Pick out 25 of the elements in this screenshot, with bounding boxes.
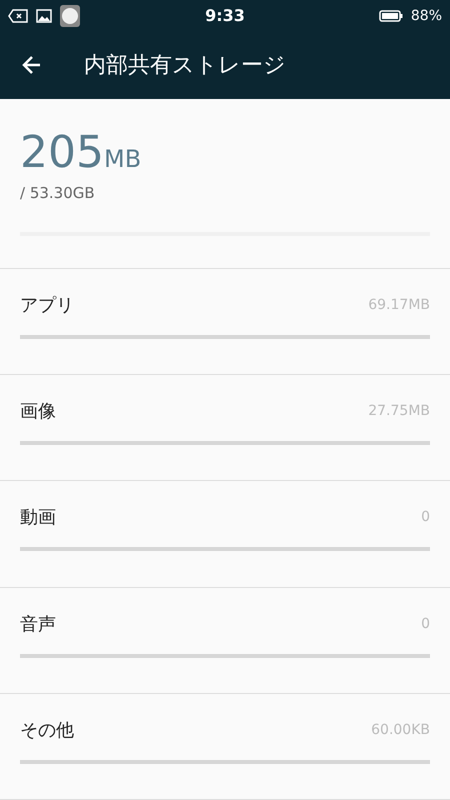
storage-category-row[interactable]: 動画 0 <box>0 481 450 588</box>
used-amount: 205 <box>20 127 104 178</box>
category-label: 画像 <box>20 400 56 424</box>
category-size: 69.17MB <box>368 297 430 314</box>
clock: 9:33 <box>205 6 245 26</box>
storage-category-row[interactable]: アプリ 69.17MB <box>0 269 450 376</box>
storage-category-row[interactable]: 画像 27.75MB <box>0 375 450 482</box>
storage-category-row[interactable]: その他 60.00KB <box>0 694 450 800</box>
image-icon <box>36 8 52 23</box>
screen-title: 内部共有ストレージ <box>84 52 286 80</box>
used-unit: MB <box>104 145 142 174</box>
battery-percent: 88% <box>410 8 442 24</box>
notification-close-icon <box>8 8 28 23</box>
category-size: 60.00KB <box>371 722 430 738</box>
app-circle-icon <box>60 4 80 27</box>
category-label: その他 <box>20 718 74 742</box>
total-capacity: / 53.30GB <box>20 184 96 202</box>
category-label: 動画 <box>20 506 56 530</box>
battery-icon <box>378 10 403 22</box>
storage-category-row[interactable]: 音声 0 <box>0 588 450 694</box>
category-size: 27.75MB <box>368 403 430 420</box>
category-label: アプリ <box>20 294 74 318</box>
category-size: 0 <box>421 509 430 526</box>
category-label: 音声 <box>20 612 56 636</box>
category-size: 0 <box>421 616 430 632</box>
